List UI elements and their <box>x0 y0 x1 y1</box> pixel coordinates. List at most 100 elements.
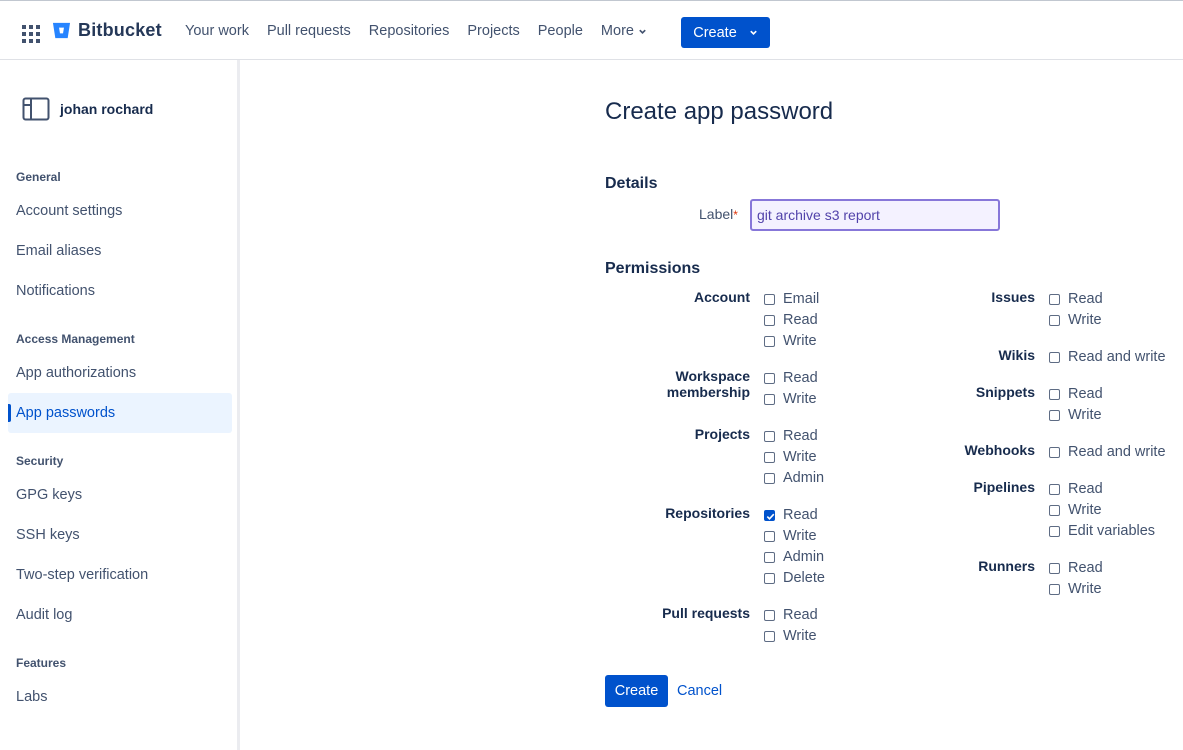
nav-more-dropdown[interactable]: More <box>592 23 656 39</box>
checkbox-box <box>764 572 775 584</box>
checkbox-snippets-write[interactable]: Write <box>1049 407 1102 423</box>
perm-workspace-label: Workspace membership <box>667 368 750 400</box>
bitbucket-logo-icon <box>52 22 71 39</box>
checkbox-projects-write[interactable]: Write <box>764 449 817 465</box>
checkbox-box <box>1049 504 1060 516</box>
checkbox-box <box>1049 351 1060 363</box>
nav-repositories[interactable]: Repositories <box>360 23 459 39</box>
checkbox-repositories-write[interactable]: Write <box>764 528 817 544</box>
sidebar-item-gpg-keys[interactable]: GPG keys <box>8 475 232 515</box>
checkbox-label: Read <box>1068 560 1103 576</box>
checkbox-pipelines-edit-variables[interactable]: Edit variables <box>1049 523 1155 539</box>
checkbox-label: Write <box>783 528 817 544</box>
nav-pull-requests[interactable]: Pull requests <box>258 23 360 39</box>
sidebar-item-ssh-keys[interactable]: SSH keys <box>8 515 232 555</box>
checkbox-repositories-read[interactable]: Read <box>764 507 818 523</box>
checkbox-workspace-read[interactable]: Read <box>764 370 818 386</box>
checkbox-box <box>1049 314 1060 326</box>
checkbox-webhooks-read-write[interactable]: Read and write <box>1049 444 1166 460</box>
checkbox-box <box>764 430 775 442</box>
sidebar-item-app-authorizations[interactable]: App authorizations <box>8 353 232 393</box>
perm-repositories-label: Repositories <box>665 505 750 521</box>
checkbox-box <box>764 293 775 305</box>
checkbox-label: Read and write <box>1068 349 1166 365</box>
nav-people[interactable]: People <box>529 23 592 39</box>
checkbox-runners-read[interactable]: Read <box>1049 560 1103 576</box>
checkbox-workspace-write[interactable]: Write <box>764 391 817 407</box>
cancel-link[interactable]: Cancel <box>677 683 722 699</box>
checkbox-box <box>1049 388 1060 400</box>
checkbox-issues-write[interactable]: Write <box>1049 312 1102 328</box>
brand-name: Bitbucket <box>78 20 162 40</box>
label-field-label: Label* <box>699 206 738 222</box>
checkbox-box <box>1049 446 1060 458</box>
chevron-down-icon <box>749 30 757 35</box>
sidebar-item-account-settings[interactable]: Account settings <box>8 191 232 231</box>
checkbox-box <box>764 530 775 542</box>
checkbox-box <box>1049 293 1060 305</box>
checkbox-label: Admin <box>783 470 825 486</box>
checkbox-box <box>1049 583 1060 595</box>
checkbox-pull-requests-write[interactable]: Write <box>764 628 817 644</box>
checkbox-box <box>764 472 775 484</box>
checkbox-wikis-read-write[interactable]: Read and write <box>1049 349 1166 365</box>
details-heading: Details <box>605 175 658 192</box>
sidebar-item-email-aliases[interactable]: Email aliases <box>8 231 232 271</box>
page-title: Create app password <box>605 98 834 125</box>
checkbox-projects-admin[interactable]: Admin <box>764 470 824 486</box>
sidebar-item-app-passwords[interactable]: App passwords <box>8 393 232 433</box>
checkbox-label: Read <box>1068 481 1103 497</box>
perm-pipelines-label: Pipelines <box>973 479 1035 495</box>
checkbox-label: Email <box>783 291 820 307</box>
checkbox-box <box>764 372 775 384</box>
sidebar-item-two-step-verification[interactable]: Two-step verification <box>8 555 232 595</box>
perm-wikis-label: Wikis <box>998 347 1035 363</box>
checkbox-pipelines-write[interactable]: Write <box>1049 502 1102 518</box>
perm-pull-requests-label: Pull requests <box>662 605 750 621</box>
checkbox-pipelines-read[interactable]: Read <box>1049 481 1103 497</box>
sidebar-item-labs[interactable]: Labs <box>8 677 232 717</box>
bitbucket-logo[interactable]: Bitbucket <box>52 20 162 41</box>
perm-workspace-line2: membership <box>666 384 750 400</box>
checkbox-label: Read and write <box>1068 444 1166 460</box>
checkbox-label: Write <box>1068 502 1102 518</box>
profile-panel-icon <box>22 97 50 121</box>
checkbox-label: Write <box>783 449 817 465</box>
nav-projects[interactable]: Projects <box>458 23 528 39</box>
checkbox-account-email[interactable]: Email <box>764 291 819 307</box>
perm-runners-label: Runners <box>978 558 1035 574</box>
section-features: Features <box>16 656 67 670</box>
perm-workspace-line1: Workspace <box>675 368 750 384</box>
create-button[interactable]: Create <box>681 17 770 48</box>
section-general: General <box>16 170 61 184</box>
perm-snippets-label: Snippets <box>975 384 1035 400</box>
perm-projects-label: Projects <box>694 426 750 442</box>
permissions-heading: Permissions <box>605 260 701 277</box>
checkbox-label: Write <box>1068 581 1102 597</box>
checkbox-account-read[interactable]: Read <box>764 312 818 328</box>
checkbox-label: Read <box>783 428 818 444</box>
perm-webhooks-label: Webhooks <box>964 442 1035 458</box>
sidebar-item-audit-log[interactable]: Audit log <box>8 595 232 635</box>
checkbox-runners-write[interactable]: Write <box>1049 581 1102 597</box>
checkbox-pull-requests-read[interactable]: Read <box>764 607 818 623</box>
nav-your-work[interactable]: Your work <box>176 23 258 39</box>
checkbox-repositories-admin[interactable]: Admin <box>764 549 824 565</box>
label-field-text: Label <box>699 206 734 222</box>
app-switcher-icon[interactable] <box>22 25 40 43</box>
checkbox-projects-read[interactable]: Read <box>764 428 818 444</box>
checkbox-repositories-delete[interactable]: Delete <box>764 570 825 586</box>
checkbox-box <box>764 451 775 463</box>
settings-sidebar: johan rochard General Account settings E… <box>0 60 240 750</box>
checkbox-label: Write <box>1068 407 1102 423</box>
checkbox-snippets-read[interactable]: Read <box>1049 386 1103 402</box>
create-password-button[interactable]: Create <box>605 675 668 707</box>
sidebar-item-notifications[interactable]: Notifications <box>8 271 232 311</box>
checkbox-label: Read <box>783 607 818 623</box>
checkbox-label: Read <box>783 370 818 386</box>
checkbox-issues-read[interactable]: Read <box>1049 291 1103 307</box>
label-input[interactable] <box>750 199 1000 231</box>
checkbox-label: Write <box>783 333 817 349</box>
checkbox-account-write[interactable]: Write <box>764 333 817 349</box>
checkbox-label: Read <box>1068 386 1103 402</box>
